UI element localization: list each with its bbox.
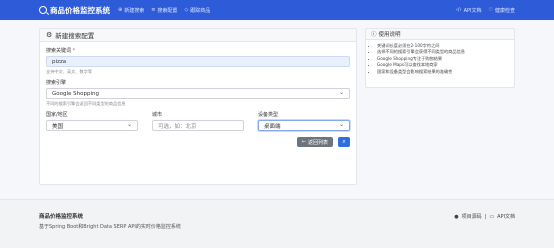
nav-health-check[interactable]: ♡ 健康检查	[489, 7, 516, 14]
nav-new-search-label: 新建搜索	[124, 7, 145, 14]
device-select[interactable]: 桌面端	[258, 120, 350, 131]
nav-right: ‹/› API文档 ♡ 健康检查	[456, 7, 515, 14]
github-icon: ●	[454, 213, 459, 220]
gear-icon: ⚙	[46, 30, 53, 39]
footer-separator: |	[484, 213, 487, 220]
required-mark: *	[72, 48, 76, 54]
engine-select[interactable]: Google Shopping	[46, 88, 350, 99]
card-header: ⚙ 新建搜索配置	[40, 29, 356, 42]
info-icon: ⓘ	[371, 32, 377, 38]
health-icon: ♡	[488, 6, 493, 13]
country-value: 美国	[52, 123, 64, 130]
nav-api-docs-label: API文档	[463, 7, 482, 14]
help-list: 关键词长度必须在2-100字符之间 选择不同的搜索引擎会获得不同类型的商品信息 …	[366, 40, 514, 78]
nav-search-configs[interactable]: ≡ 搜索配置	[151, 7, 177, 14]
book-icon: ▭	[489, 213, 495, 220]
country-label: 国家/地区	[46, 112, 68, 118]
location-row: 国家/地区 美国 城市 可选，如：北京 设备类型 桌面端	[46, 111, 350, 131]
search-icon: ⌕	[342, 138, 346, 145]
help-card: ⓘ 使用说明 关键词长度必须在2-100字符之间 选择不同的搜索引擎会获得不同类…	[365, 28, 515, 88]
footer-title: 商品价格监控系统	[39, 214, 84, 220]
code-icon: ‹/›	[455, 6, 462, 13]
keyword-label-text: 搜索关键词	[46, 48, 72, 54]
country-select[interactable]: 美国	[46, 120, 138, 131]
city-placeholder: 可选，如：北京	[158, 123, 197, 130]
nav-health-check-label: 健康检查	[494, 7, 515, 14]
keyword-help: 支持中文、英文、数字等	[46, 69, 93, 74]
arrow-left-icon: ←	[301, 139, 306, 145]
back-label: 返回列表	[307, 139, 328, 146]
submit-search-button[interactable]: ⌕	[338, 137, 350, 147]
engine-label: 搜索引擎	[46, 80, 67, 86]
help-item: 国家和设备类型会影响搜索结果的准确性	[377, 69, 509, 75]
keyword-value: pizza	[52, 58, 67, 65]
footer-source-link[interactable]: 项目源码	[462, 213, 482, 220]
device-label: 设备类型	[258, 112, 279, 118]
footer-links: ● 项目源码 | ▭ API文档	[454, 213, 515, 221]
nav-tracked-products-label: 跟踪商品	[190, 7, 211, 14]
nav-api-docs[interactable]: ‹/› API文档	[456, 7, 482, 14]
brand-title: 商品价格监控系统	[50, 5, 110, 15]
city-label: 城市	[152, 112, 163, 118]
footer-subtitle: 基于Spring Boot和Bright Data SERP API的实时价格监…	[39, 224, 181, 230]
brand[interactable]: 商品价格监控系统	[39, 5, 110, 16]
form-actions: ← 返回列表 ⌕	[46, 137, 350, 147]
list-icon: ≡	[151, 6, 156, 13]
search-icon	[39, 6, 47, 14]
keyword-label: 搜索关键词 *	[46, 47, 350, 54]
help-header: ⓘ 使用说明	[366, 29, 514, 40]
form-body: 搜索关键词 * pizza 支持中文、英文、数字等 搜索引擎 Google Sh…	[40, 42, 356, 152]
device-group: 设备类型 桌面端	[258, 111, 350, 131]
tag-icon: ◇	[184, 6, 189, 13]
device-value: 桌面端	[264, 123, 281, 130]
keyword-input[interactable]: pizza	[46, 56, 350, 67]
footer-api-link[interactable]: API文档	[497, 213, 515, 220]
back-to-list-button[interactable]: ← 返回列表	[296, 137, 333, 147]
card-title: 新建搜索配置	[55, 32, 95, 40]
engine-value: Google Shopping	[52, 90, 99, 97]
country-group: 国家/地区 美国	[46, 111, 138, 131]
city-input[interactable]: 可选，如：北京	[152, 120, 244, 131]
nav-tracked-products[interactable]: ◇ 跟踪商品	[184, 7, 210, 14]
city-group: 城市 可选，如：北京	[152, 111, 244, 131]
engine-help: 不同的搜索引擎会返回不同类型的商品信息	[46, 101, 126, 106]
plus-circle-icon: ⊕	[118, 6, 123, 13]
nav-links: ⊕ 新建搜索 ≡ 搜索配置 ◇ 跟踪商品	[118, 7, 210, 14]
nav-search-configs-label: 搜索配置	[157, 7, 178, 14]
nav-new-search[interactable]: ⊕ 新建搜索	[118, 7, 144, 14]
help-title: 使用说明	[378, 32, 401, 38]
top-navbar: 商品价格监控系统 ⊕ 新建搜索 ≡ 搜索配置 ◇ 跟踪商品 ‹/› API文档 …	[0, 0, 554, 20]
new-search-card: ⚙ 新建搜索配置 搜索关键词 * pizza 支持中文、英文、数字等 搜索引擎 …	[39, 28, 357, 185]
footer: 商品价格监控系统 基于Spring Boot和Bright Data SERP …	[0, 199, 554, 248]
